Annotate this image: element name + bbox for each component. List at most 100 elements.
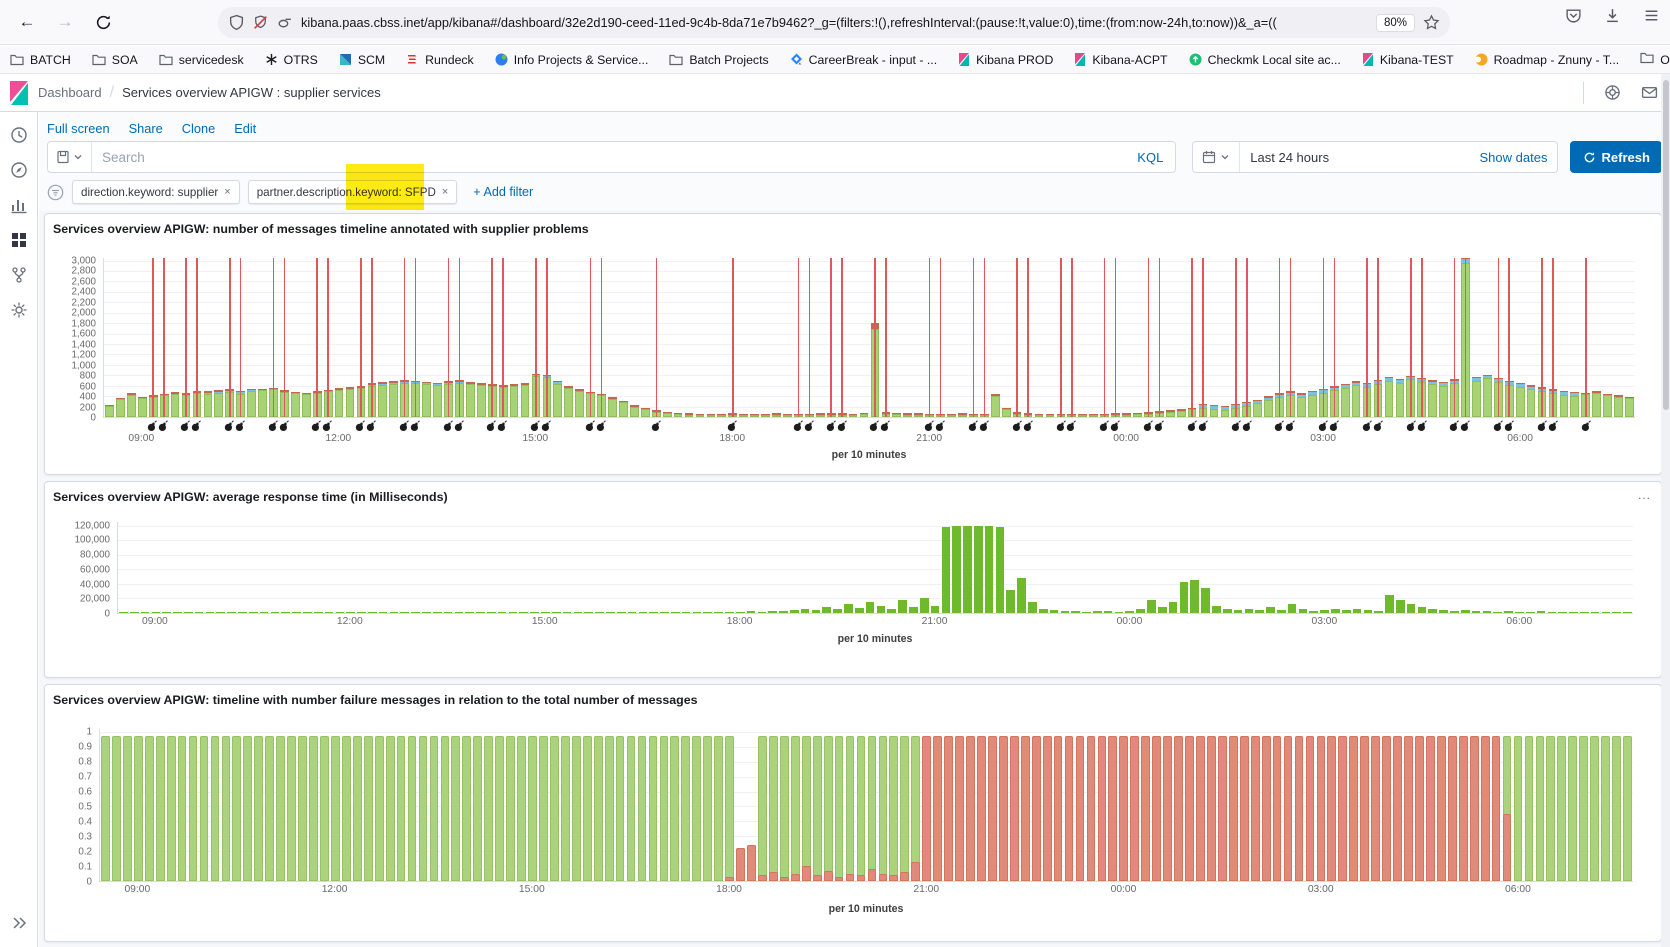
recent-clock-icon[interactable] [10,126,28,144]
x-axis-labels: 09:0012:0015:0018:0021:0000:0003:0006:00 [103,431,1635,446]
bookmark-item[interactable]: Rundeck [406,53,474,67]
permissions-blocked-icon[interactable] [252,14,269,31]
bar-avg-response-time-ms- [541,612,550,614]
bar-avg-response-time-ms- [931,606,940,613]
filter-pill[interactable]: direction.keyword: supplier× [72,180,240,204]
collapse-menu-icon[interactable] [10,914,28,932]
bookmark-item[interactable]: SOA [92,53,138,67]
plot-area[interactable] [117,522,1633,614]
bar-messages [1297,397,1306,417]
bar-avg-response-time-ms- [1331,609,1340,613]
bookmark-item[interactable]: Info Projects & Service... [495,53,649,67]
bar-failure-ratio [900,872,909,881]
fork-branch-icon[interactable] [10,266,28,284]
bar-failure-ratio [1459,736,1468,881]
scrollbar-thumb[interactable] [1663,80,1669,410]
action-link-edit[interactable]: Edit [234,121,256,136]
bar-success-ratio [791,736,800,881]
saved-query-button[interactable] [48,142,92,172]
bar-avg-response-time-ms- [1223,609,1232,613]
bar-failures [105,405,114,407]
bookmark-item[interactable]: Kibana-TEST [1362,53,1454,67]
visualize-chart-icon[interactable] [10,196,28,214]
bar-success-ratio [846,736,855,881]
bookmark-item[interactable]: SCM [339,53,385,67]
scm-icon [339,53,352,66]
kibana-logo[interactable] [0,81,38,105]
bookmark-other-bookmarks[interactable]: Other Bookmarks [1640,52,1670,67]
pocket-icon[interactable] [1565,7,1582,24]
bar-avg-response-time-ms- [552,612,561,614]
settings-gear-icon[interactable] [10,301,28,319]
mail-icon[interactable] [1641,84,1658,101]
breadcrumb-root[interactable]: Dashboard [38,85,102,100]
bookmark-item[interactable]: OTRS [265,53,318,67]
bookmark-item[interactable]: Checkmk Local site ac... [1189,53,1341,67]
downloads-icon[interactable] [1604,7,1621,24]
bookmark-item[interactable]: BATCH [10,53,71,67]
bookmark-item[interactable]: Kibana PROD [958,53,1053,67]
bookmark-item[interactable]: servicedesk [159,53,244,67]
forward-button[interactable]: → [50,7,80,37]
bar-success-ratio [813,736,822,881]
action-link-clone[interactable]: Clone [182,121,215,136]
bar-failures [335,388,344,390]
site-info-icon[interactable] [276,14,293,31]
url-text[interactable]: kibana.paas.cbss.inet/app/kibana#/dashbo… [301,15,1368,30]
plot-area[interactable] [99,729,1633,882]
discover-compass-icon[interactable] [10,161,28,179]
zoom-level-badge[interactable]: 80% [1376,14,1415,32]
action-link-share[interactable]: Share [129,121,163,136]
annotation-line [459,258,461,417]
bookmark-item[interactable]: Kibana-ACPT [1074,53,1167,67]
filter-icon[interactable] [47,184,64,201]
action-link-full-screen[interactable]: Full screen [47,121,110,136]
bookmark-star-icon[interactable] [1423,14,1440,31]
back-button[interactable]: ← [12,7,42,37]
dashboard-grid-icon[interactable] [10,231,28,249]
bar-avg-response-time-ms- [1104,611,1113,613]
bar-avg-response-time-ms- [498,612,507,614]
bar-messages [204,394,213,417]
menu-icon[interactable] [1643,7,1660,24]
gridline [104,281,1635,282]
bar-avg-response-time-ms- [1472,611,1481,613]
show-dates-button[interactable]: Show dates [1480,150,1548,165]
plot-area[interactable] [103,258,1635,418]
y-tick-label: 0.4 [78,817,92,828]
calendar-button[interactable] [1193,142,1240,172]
bar-messages [772,415,781,417]
bar-info [1428,382,1437,384]
url-bar[interactable]: kibana.paas.cbss.inet/app/kibana#/dashbo… [218,7,1450,38]
annotation-line [284,258,286,417]
shield-icon[interactable] [228,14,245,31]
remove-filter-icon[interactable]: × [224,186,230,198]
bar-failures [247,389,256,391]
bar-failures [1560,391,1569,393]
search-input[interactable] [92,150,1125,165]
help-icon[interactable] [1604,84,1621,101]
bar-failure-ratio [944,736,953,881]
bar-success-ratio [725,736,734,881]
remove-filter-icon[interactable]: × [442,186,448,198]
gridline [118,526,1633,527]
kibana-header: Dashboard / Services overview APIGW : su… [0,74,1670,112]
bar-avg-response-time-ms- [1612,612,1621,614]
time-range-label[interactable]: Last 24 hours [1250,150,1329,165]
bar-messages [849,415,858,417]
add-filter-button[interactable]: + Add filter [473,185,533,199]
bookmark-item[interactable]: CareerBreak - input - ... [790,53,937,67]
annotation-line [229,258,231,417]
bar-failure-ratio [1338,736,1347,881]
refresh-button[interactable]: Refresh [1570,141,1662,173]
annotation-line [940,258,942,417]
reload-button[interactable] [88,7,118,37]
bookmark-item[interactable]: Roadmap - Znuny - T... [1475,53,1620,67]
page-scrollbar[interactable] [1661,74,1670,947]
annotation-line [929,258,931,417]
panel-options-button[interactable]: ... [1638,488,1651,502]
bar-success-ratio [145,736,154,881]
bar-success-ratio [539,736,548,881]
bookmark-item[interactable]: Batch Projects [669,53,768,67]
kql-selector[interactable]: KQL [1125,150,1175,165]
